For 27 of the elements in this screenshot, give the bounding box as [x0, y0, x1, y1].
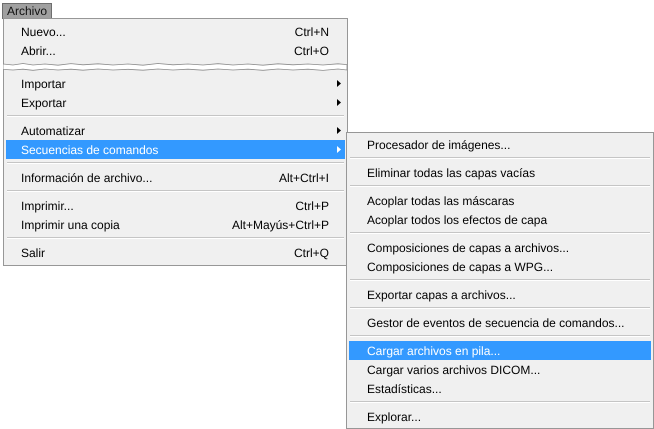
shortcut-text: Alt+Mayús+Ctrl+P	[232, 216, 329, 234]
shortcut-text: Alt+Ctrl+I	[278, 170, 329, 186]
menu-item[interactable]: Acoplar todas las máscaras	[349, 191, 651, 210]
menu-item[interactable]: Imprimir una copia Alt+Mayús+Ctrl+P	[6, 215, 345, 234]
menu-item[interactable]: Abrir... Ctrl+O	[6, 41, 345, 60]
menu-item[interactable]: Imprimir... Ctrl+P	[6, 196, 345, 215]
menu-item[interactable]: Exportar capas a archivos...	[349, 285, 651, 304]
menu-item[interactable]: Nuevo... Ctrl+N	[6, 22, 345, 41]
menu-item[interactable]: Cargar varios archivos DICOM...	[349, 360, 651, 379]
menu-item[interactable]: Explorar...	[349, 407, 651, 426]
menu-item[interactable]: Exportar	[6, 93, 345, 112]
shortcut-text: Ctrl+N	[294, 24, 329, 40]
menu-item[interactable]: Estadísticas...	[349, 379, 651, 398]
menu-item[interactable]: Procesador de imágenes...	[349, 135, 651, 154]
menu-item[interactable]: Composiciones de capas a archivos...	[349, 238, 651, 257]
shortcut-text: Ctrl+O	[294, 42, 329, 60]
menu-bar-item[interactable]: Archivo	[2, 3, 52, 19]
menu-item[interactable]: Salir Ctrl+Q	[6, 243, 345, 262]
menu-item[interactable]: Acoplar todos los efectos de capa	[349, 210, 651, 229]
menu-item[interactable]: Composiciones de capas a WPG...	[349, 257, 651, 276]
menu-item[interactable]: Información de archivo... Alt+Ctrl+I	[6, 168, 345, 187]
menu-item[interactable]: Gestor de eventos de secuencia de comandos...	[349, 313, 651, 332]
menu-item[interactable]: Eliminar todas las capas vacías	[349, 163, 651, 182]
shortcut-text: Ctrl+Q	[294, 244, 329, 262]
shortcut-text: Ctrl+P	[295, 198, 329, 214]
menu-item[interactable]: Importar	[6, 74, 345, 93]
menu-item[interactable]: Automatizar	[6, 121, 345, 140]
